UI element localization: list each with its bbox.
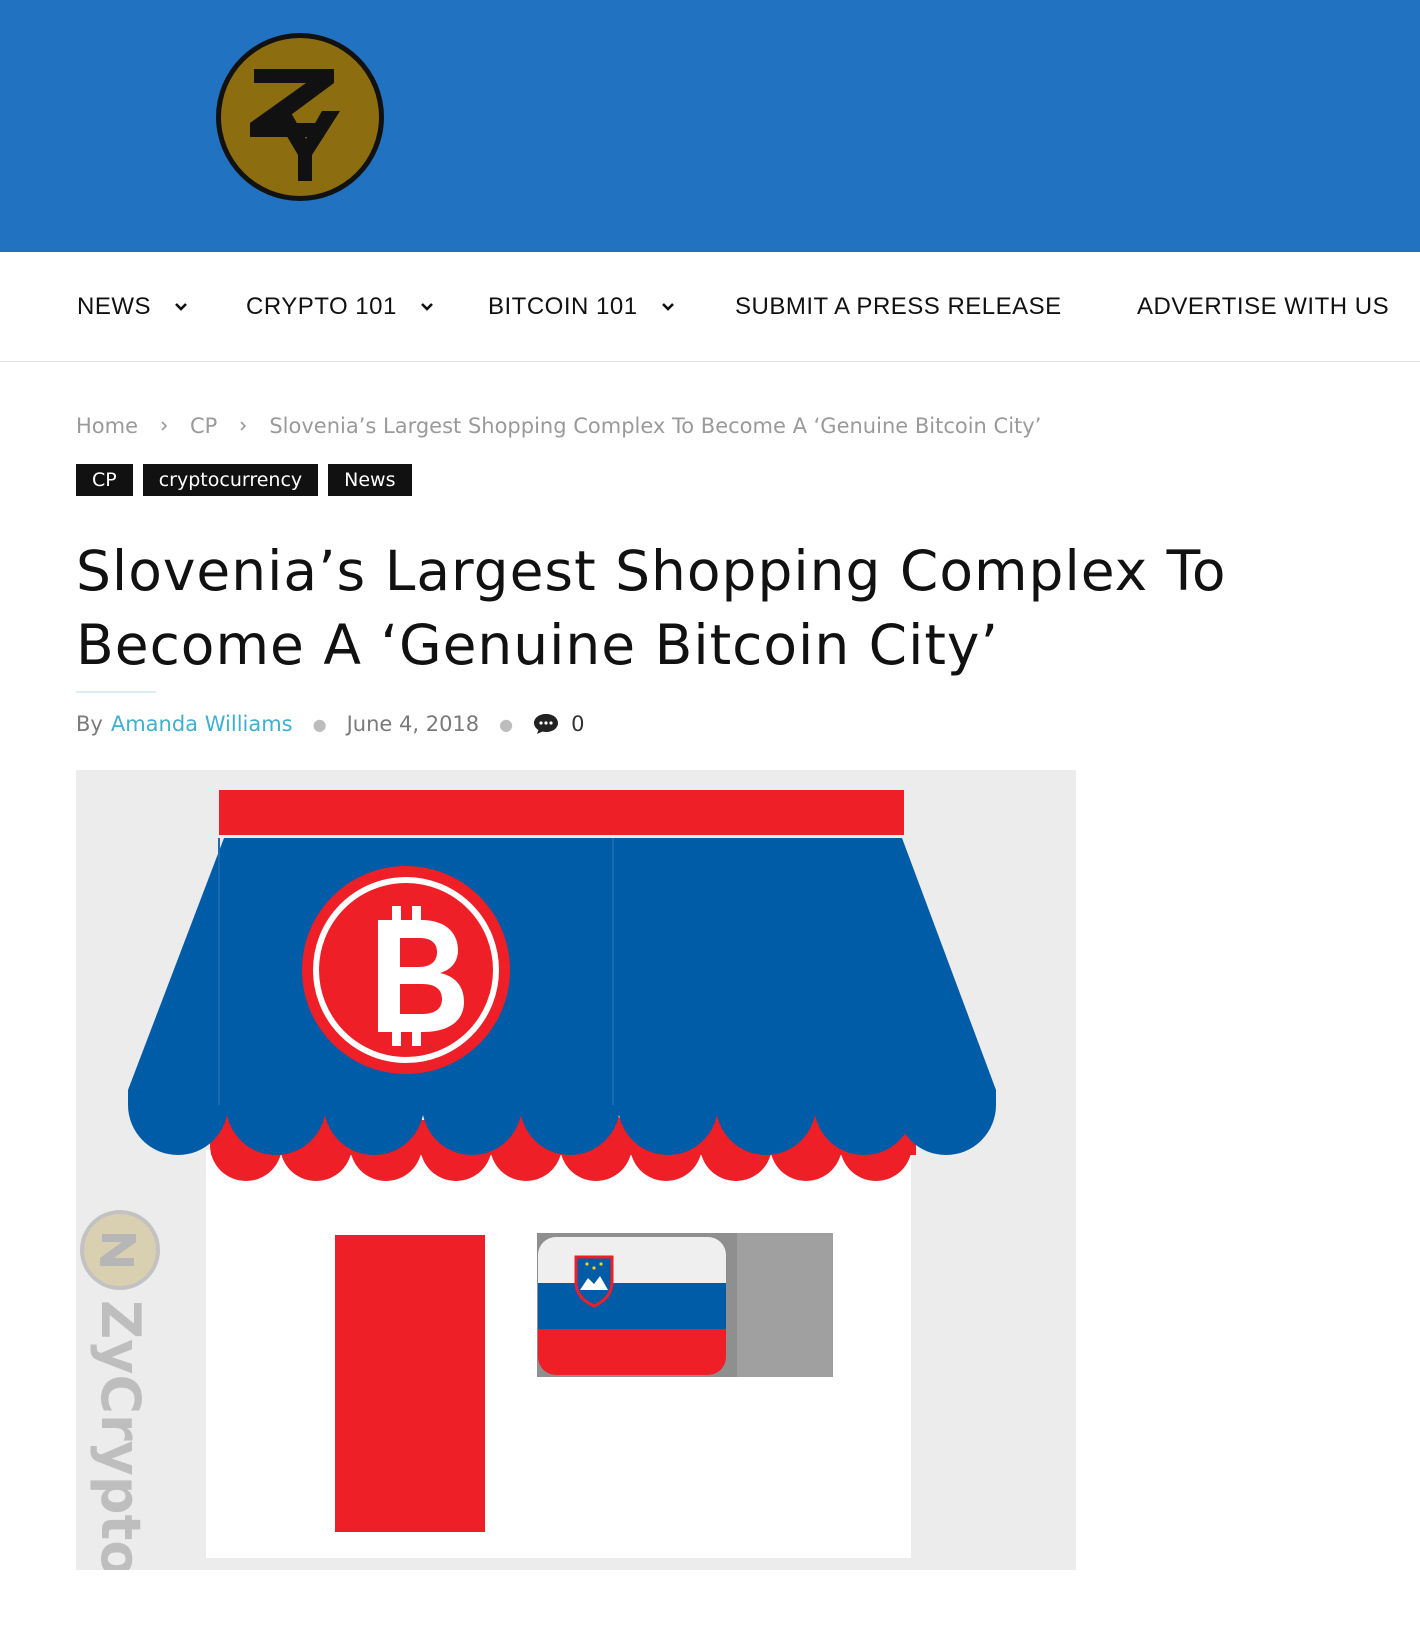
chevron-down-icon (661, 302, 674, 311)
nav-item-label: BITCOIN 101 (488, 292, 638, 320)
nav-item-label: ADVERTISE WITH US (1137, 292, 1390, 320)
breadcrumb-cp[interactable]: CP (190, 414, 217, 438)
by-label: By (76, 712, 103, 736)
tag-cryptocurrency[interactable]: cryptocurrency (142, 464, 319, 496)
nav-item-label: SUBMIT A PRESS RELEASE (735, 292, 1062, 320)
article-title: Slovenia’s Largest Shopping Complex To B… (76, 534, 1366, 682)
zycrypto-watermark-icon (80, 1210, 160, 1290)
nav-item-bitcoin-101[interactable]: BITCOIN 101 (488, 252, 678, 361)
meta-separator: ● (312, 714, 327, 734)
article-meta: By Amanda Williams ● June 4, 2018 ● 0 (76, 706, 585, 742)
breadcrumb-home[interactable]: Home (76, 414, 138, 438)
author-link[interactable]: Amanda Williams (111, 712, 293, 736)
breadcrumb-current: Slovenia’s Largest Shopping Complex To B… (269, 414, 1042, 438)
article-title-line-1: Slovenia’s Largest Shopping Complex To (76, 539, 1227, 603)
nav-item-label: NEWS (77, 292, 151, 320)
comment-count: 0 (571, 712, 585, 736)
zycrypto-logo-icon[interactable] (214, 31, 386, 203)
chevron-right-icon (161, 421, 168, 431)
tag-news[interactable]: News (328, 464, 412, 496)
bitcoin-icon (302, 866, 510, 1074)
nav-item-submit-press-release[interactable]: SUBMIT A PRESS RELEASE (735, 252, 1062, 361)
featured-image: ZyCrypto (76, 770, 1076, 1570)
chevron-right-icon (240, 421, 247, 431)
chevron-down-icon (175, 302, 187, 311)
nav-item-advertise[interactable]: ADVERTISE WITH US (1137, 252, 1389, 361)
watermark-text: ZyCrypto (89, 1300, 152, 1570)
main-nav: NEWS CRYPTO 101 BITCOIN 101 SUBMIT A PRE… (0, 252, 1420, 362)
nav-item-news[interactable]: NEWS (77, 252, 191, 361)
slovenia-flag-icon (538, 1237, 726, 1375)
title-divider (76, 691, 156, 693)
tag-cp[interactable]: CP (76, 464, 133, 496)
nav-item-label: CRYPTO 101 (246, 292, 397, 320)
nav-item-crypto-101[interactable]: CRYPTO 101 (246, 252, 437, 361)
publish-date: June 4, 2018 (346, 712, 480, 736)
comments-link[interactable]: 0 (533, 712, 585, 736)
bitcoin-store-illustration: ZyCrypto (76, 770, 1076, 1570)
category-tags: CP cryptocurrency News (76, 464, 422, 496)
article-title-line-2: Become A ‘Genuine Bitcoin City’ (76, 613, 999, 677)
chevron-down-icon (420, 302, 433, 311)
meta-separator: ● (499, 714, 514, 734)
breadcrumb: Home CP Slovenia’s Largest Shopping Comp… (76, 410, 1041, 442)
site-header (0, 0, 1420, 252)
comment-bubble-icon (534, 714, 559, 734)
